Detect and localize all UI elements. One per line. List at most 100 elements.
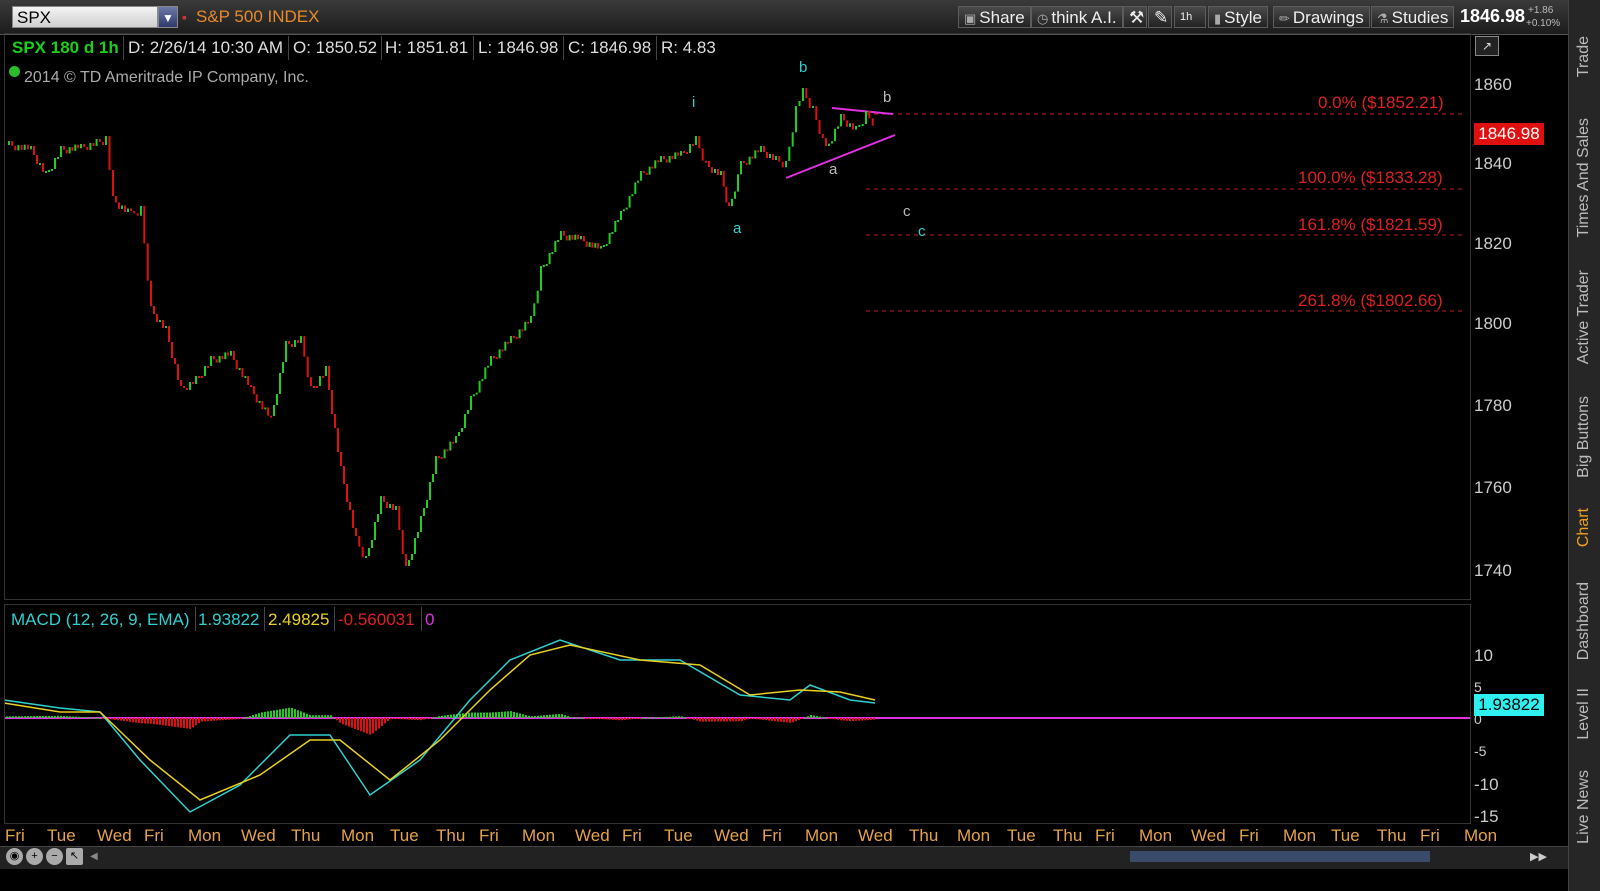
wave-label-minor-a: a xyxy=(829,161,838,178)
fib-label-261: 261.8% ($1802.66) xyxy=(1298,291,1443,310)
candle xyxy=(498,349,501,359)
price-tick: 1800 xyxy=(1474,314,1512,333)
candle xyxy=(565,235,568,241)
zoom-in-icon[interactable]: + xyxy=(26,848,43,865)
candle xyxy=(557,240,560,242)
candle xyxy=(478,380,481,393)
fib-label-0: 0.0% ($1852.21) xyxy=(1318,93,1444,112)
candle xyxy=(634,182,637,195)
macd-tick: 5 xyxy=(1474,679,1482,695)
candle xyxy=(580,236,582,240)
candle xyxy=(86,147,89,150)
candle xyxy=(722,171,725,187)
candle xyxy=(20,145,23,150)
candle xyxy=(198,376,200,378)
candle xyxy=(285,341,287,362)
time-axis-label: Fri xyxy=(479,826,499,845)
candle xyxy=(481,379,484,382)
candle xyxy=(331,390,333,414)
candle xyxy=(745,162,748,165)
time-axis-label: Tue xyxy=(1007,826,1036,845)
scroll-left-icon[interactable]: ◀ xyxy=(90,851,98,862)
candle xyxy=(769,154,771,158)
candle xyxy=(267,407,270,416)
candle xyxy=(143,206,146,244)
candle xyxy=(585,241,588,247)
candle xyxy=(92,143,95,146)
upper-trendline[interactable] xyxy=(831,107,894,115)
candle xyxy=(785,161,787,168)
cursor-icon[interactable]: ↖ xyxy=(66,848,83,865)
candle xyxy=(443,449,446,459)
scroll-right-icon[interactable]: ▶▶ xyxy=(1530,850,1547,863)
macd-panel[interactable] xyxy=(4,604,1471,824)
candle xyxy=(763,146,765,152)
tab-level-ii[interactable]: Level II xyxy=(1575,688,1593,740)
candle xyxy=(130,208,132,211)
candle xyxy=(273,405,275,416)
candle xyxy=(392,504,394,510)
candle xyxy=(300,336,302,343)
candle xyxy=(725,186,728,203)
tab-live-news[interactable]: Live News xyxy=(1575,770,1593,844)
candle xyxy=(282,362,284,373)
candle xyxy=(686,152,688,154)
candle xyxy=(695,136,697,145)
candle xyxy=(36,155,38,164)
candle xyxy=(605,244,608,246)
candle xyxy=(14,145,17,151)
candle xyxy=(310,377,312,386)
horizontal-scroll-thumb[interactable] xyxy=(1130,851,1430,862)
tab-dashboard[interactable]: Dashboard xyxy=(1575,582,1593,660)
candle xyxy=(108,136,111,170)
tab-big-buttons[interactable]: Big Buttons xyxy=(1575,396,1593,478)
time-axis-label: Tue xyxy=(1331,826,1360,845)
candle xyxy=(818,120,821,134)
zoom-icon[interactable]: ◉ xyxy=(6,848,23,865)
tab-trade[interactable]: Trade xyxy=(1575,36,1593,77)
candle xyxy=(98,139,101,142)
macd-study-label[interactable]: MACD (12, 26, 9, EMA) xyxy=(11,610,190,630)
candle xyxy=(212,356,215,360)
candle xyxy=(757,150,760,153)
candle xyxy=(374,522,376,540)
candle xyxy=(68,147,71,154)
candle xyxy=(174,358,176,364)
candle xyxy=(288,341,290,344)
lower-trendline[interactable] xyxy=(785,134,896,179)
candle xyxy=(150,280,152,306)
zoom-out-icon[interactable]: − xyxy=(46,848,63,865)
candle xyxy=(204,366,206,376)
price-tick: 1760 xyxy=(1474,478,1512,497)
candle xyxy=(674,152,677,160)
candle xyxy=(177,364,179,380)
candle xyxy=(346,484,348,502)
candle xyxy=(728,202,730,206)
tab-chart[interactable]: Chart xyxy=(1575,508,1593,547)
candle xyxy=(622,209,625,212)
candle xyxy=(698,136,701,149)
time-axis-label: Fri xyxy=(1095,826,1115,845)
candle xyxy=(440,457,443,460)
tab-times-and-sales[interactable]: Times And Sales xyxy=(1575,118,1593,237)
candle xyxy=(560,231,562,240)
macd-value: 1.93822 xyxy=(198,610,260,629)
candle xyxy=(660,156,662,163)
candle xyxy=(352,510,354,528)
candle xyxy=(195,376,197,384)
candle xyxy=(303,336,306,357)
candle xyxy=(230,351,232,356)
candle xyxy=(244,376,247,378)
candle xyxy=(665,159,668,163)
wave-label-minor-c: c xyxy=(903,203,911,220)
candle xyxy=(358,536,361,547)
candle xyxy=(714,169,716,173)
candle xyxy=(692,144,694,146)
candle xyxy=(171,342,173,358)
candle xyxy=(548,253,551,264)
tab-active-trader[interactable]: Active Trader xyxy=(1575,270,1593,364)
candle xyxy=(165,326,167,328)
candle xyxy=(631,194,634,197)
candle xyxy=(614,221,617,232)
time-axis-label: Thu xyxy=(909,826,939,845)
